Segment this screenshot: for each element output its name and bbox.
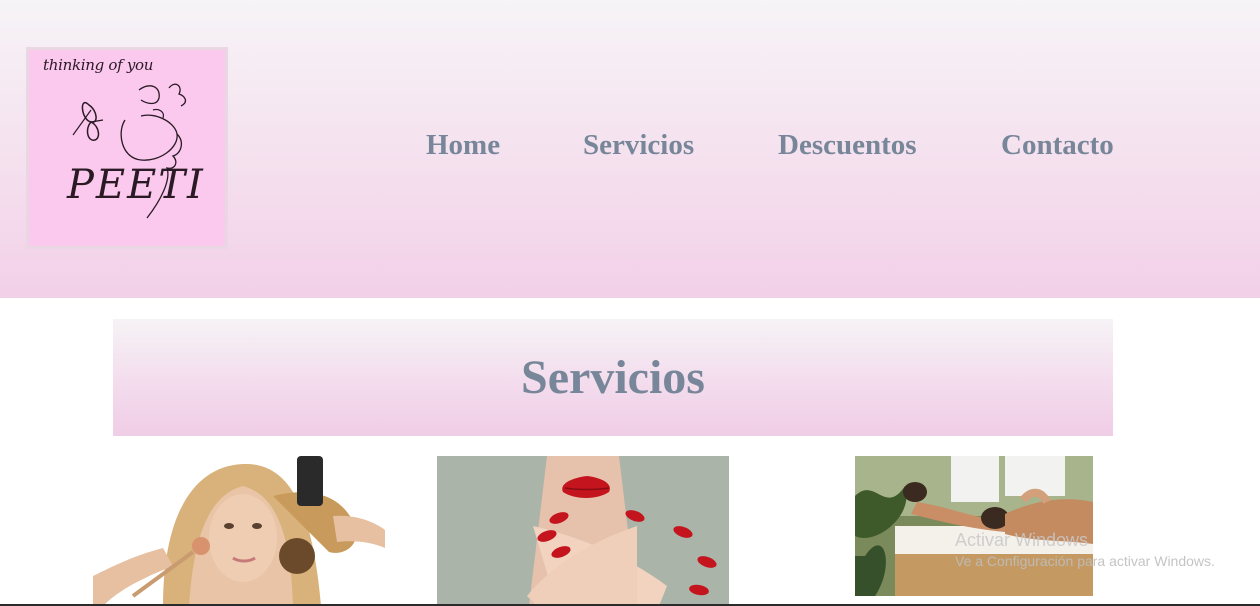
hair-makeup-photo (93, 456, 385, 606)
nav-link-descuentos[interactable]: Descuentos (778, 129, 917, 162)
windows-activation-subtitle: Ve a Configuración para activar Windows. (955, 553, 1215, 569)
service-image-massage[interactable] (855, 456, 1093, 596)
nails-photo (437, 456, 729, 606)
section-title: Servicios (521, 351, 705, 404)
service-image-hair-makeup[interactable] (93, 456, 385, 606)
windows-activation-title: Activar Windows (955, 530, 1089, 550)
section-header: Servicios (113, 319, 1113, 436)
main-nav: Home Servicios Descuentos Contacto (0, 129, 1260, 169)
nav-link-contacto[interactable]: Contacto (1001, 129, 1114, 162)
nav-link-servicios[interactable]: Servicios (583, 129, 694, 162)
site-header: thinking of you PEETI Home Servicios Des… (0, 0, 1260, 298)
service-image-nails[interactable] (437, 456, 729, 606)
nav-link-home[interactable]: Home (426, 129, 500, 162)
massage-photo (855, 456, 1093, 596)
logo-tagline: thinking of you (43, 56, 154, 74)
